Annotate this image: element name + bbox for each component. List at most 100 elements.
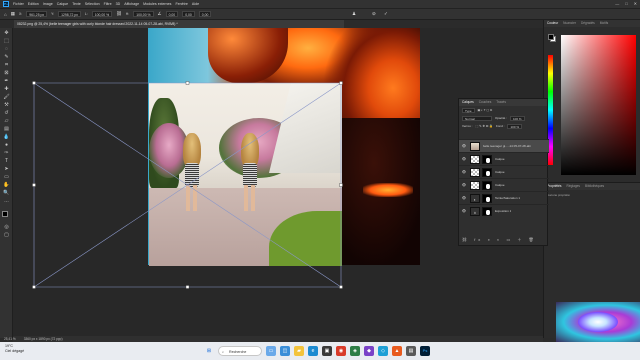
- layer-mask-thumbnail[interactable]: [482, 193, 492, 203]
- layer-row[interactable]: 👁 ± Exposition 1: [459, 204, 549, 217]
- file-explorer-icon[interactable]: ▰: [294, 346, 304, 356]
- angle-input[interactable]: 0,00: [165, 11, 179, 17]
- menu-selection[interactable]: Sélection: [85, 2, 100, 6]
- dodge-tool-icon[interactable]: ●: [3, 142, 10, 148]
- tab-proprietes[interactable]: Propriétés: [547, 183, 562, 190]
- layer-row[interactable]: 👁 Calque: [459, 178, 549, 191]
- visibility-eye-icon[interactable]: 👁: [461, 183, 467, 187]
- visibility-eye-icon[interactable]: 👁: [461, 157, 467, 161]
- color-picker-field[interactable]: [561, 35, 636, 175]
- link-icon[interactable]: ⛓: [116, 11, 122, 17]
- transformed-photo-layer[interactable]: [149, 83, 342, 266]
- tab-motifs[interactable]: Motifs: [600, 20, 609, 27]
- warp-icon[interactable]: ♟: [352, 11, 356, 17]
- layer-row[interactable]: 👁 Calque: [459, 152, 549, 165]
- menu-edition[interactable]: Edition: [28, 2, 39, 6]
- start-icon[interactable]: ⊞: [204, 346, 214, 356]
- layer-mask-thumbnail[interactable]: [482, 154, 492, 164]
- history-brush-tool-icon[interactable]: ↺: [3, 110, 10, 116]
- visibility-eye-icon[interactable]: 👁: [461, 196, 467, 200]
- more-tools-icon[interactable]: …: [3, 198, 10, 204]
- layer-name[interactable]: Calque: [495, 183, 505, 187]
- layer-mask-thumbnail[interactable]: [482, 206, 492, 216]
- blur-tool-icon[interactable]: 💧: [3, 134, 10, 140]
- cancel-transform-icon[interactable]: ⊘: [372, 11, 376, 17]
- document-tab[interactable]: 08232.png @ 25,4% (belle teenager girls …: [14, 20, 344, 28]
- tab-couleur[interactable]: Couleur: [547, 20, 558, 27]
- store-icon[interactable]: ▣: [322, 346, 332, 356]
- layer-name[interactable]: Calque: [495, 157, 505, 161]
- menu-filtre[interactable]: Filtre: [104, 2, 112, 6]
- marquee-tool-icon[interactable]: ⬚: [3, 38, 10, 44]
- height-input[interactable]: 100,00 %: [133, 11, 154, 17]
- h-skew-input[interactable]: 0,00: [182, 11, 195, 17]
- frame-tool-icon[interactable]: ⊠: [3, 70, 10, 76]
- task-view-icon[interactable]: ▭: [266, 346, 276, 356]
- menu-texte[interactable]: Texte: [72, 2, 81, 6]
- clone-stamp-tool-icon[interactable]: ⚒: [3, 102, 10, 108]
- home-icon[interactable]: ⌂: [4, 12, 7, 17]
- eraser-tool-icon[interactable]: ▱: [3, 118, 10, 124]
- hand-tool-icon[interactable]: ✋: [3, 182, 10, 188]
- type-tool-icon[interactable]: T: [3, 158, 10, 164]
- widgets-icon[interactable]: ◫: [280, 346, 290, 356]
- photoshop-taskbar-icon[interactable]: Ps: [420, 346, 430, 356]
- move-tool-icon[interactable]: ✥: [3, 30, 10, 36]
- layer-kind-filter[interactable]: Type: [462, 107, 475, 113]
- app-icon-purple[interactable]: ◆: [364, 346, 374, 356]
- minimize-button[interactable]: —: [615, 1, 619, 6]
- path-selection-tool-icon[interactable]: ➤: [3, 166, 10, 172]
- menu-image[interactable]: Image: [43, 2, 53, 6]
- tab-nuancier[interactable]: Nuancier: [563, 20, 576, 27]
- layer-footer-icons[interactable]: ⛓ fx ◑ ◐ ▭ ＋ 🗑: [462, 237, 537, 243]
- tab-calques[interactable]: Calques: [462, 99, 474, 106]
- menu-affichage[interactable]: Affichage: [124, 2, 139, 6]
- app-icon-blue[interactable]: ◇: [378, 346, 388, 356]
- visibility-eye-icon[interactable]: 👁: [461, 144, 467, 148]
- eyedropper-tool-icon[interactable]: ✒: [3, 78, 10, 84]
- layer-mask-thumbnail[interactable]: [482, 167, 492, 177]
- layer-row[interactable]: 👁 ◐ Teinte/Saturation 1: [459, 191, 549, 204]
- lock-icons[interactable]: ⬚ ✎ ✥ ⊠ 🔒: [476, 124, 493, 128]
- quick-mask-icon[interactable]: ◎: [3, 224, 10, 230]
- close-button[interactable]: ✕: [634, 1, 637, 6]
- healing-brush-tool-icon[interactable]: ✚: [3, 86, 10, 92]
- reference-point-icon[interactable]: ▦: [11, 11, 15, 17]
- layer-name[interactable]: Teinte/Saturation 1: [495, 196, 520, 200]
- gradient-tool-icon[interactable]: ▤: [3, 126, 10, 132]
- layer-row[interactable]: 👁 Calque: [459, 165, 549, 178]
- app-icon-gray[interactable]: ▤: [406, 346, 416, 356]
- y-position-input[interactable]: 1298,72 px: [58, 11, 81, 17]
- width-input[interactable]: 100,00 %: [91, 11, 113, 17]
- layer-name[interactable]: belle teenager gi... -14 05-07-28-abi: [483, 144, 531, 148]
- menu-calque[interactable]: Calque: [57, 2, 68, 6]
- pen-tool-icon[interactable]: ✑: [3, 150, 10, 156]
- visibility-eye-icon[interactable]: 👁: [461, 209, 467, 213]
- blend-mode-select[interactable]: Normal: [462, 115, 492, 121]
- tab-reglages[interactable]: Réglages: [567, 183, 580, 190]
- layer-mask-thumbnail[interactable]: [482, 180, 492, 190]
- tab-bibliotheques[interactable]: Bibliothèques: [585, 183, 604, 190]
- menu-3d[interactable]: 3D: [116, 2, 121, 6]
- app-icon-orange[interactable]: ▲: [392, 346, 402, 356]
- crop-tool-icon[interactable]: ⌗: [3, 62, 10, 68]
- layer-name[interactable]: Exposition 1: [495, 209, 511, 213]
- x-position-input[interactable]: 961,25 px: [26, 11, 48, 17]
- fill-input[interactable]: 100 %: [507, 123, 522, 129]
- commit-transform-icon[interactable]: ✓: [384, 11, 388, 17]
- layer-row[interactable]: 👁 belle teenager gi... -14 05-07-28-abi: [459, 139, 549, 152]
- brush-tool-icon[interactable]: 🖌: [3, 94, 10, 100]
- lasso-tool-icon[interactable]: ◌: [3, 46, 10, 52]
- edge-icon[interactable]: e: [308, 346, 318, 356]
- v-skew-input[interactable]: 0,00: [198, 11, 212, 17]
- menu-fenetre[interactable]: Fenêtre: [175, 2, 187, 6]
- menu-modules-externes[interactable]: Modules externes: [143, 2, 171, 6]
- filter-icons[interactable]: ▣ ◐ T ▢ ⧉: [478, 108, 493, 112]
- app-icon-red[interactable]: ◉: [336, 346, 346, 356]
- taskbar-search[interactable]: ⌕ Recherche: [218, 346, 262, 356]
- maximize-button[interactable]: □: [625, 1, 627, 6]
- weather-widget[interactable]: 19°C Ciel dégagé: [5, 344, 24, 354]
- opacity-input[interactable]: 100 %: [510, 115, 525, 121]
- tab-couches[interactable]: Couches: [479, 99, 492, 106]
- menu-aide[interactable]: Aide: [192, 2, 199, 6]
